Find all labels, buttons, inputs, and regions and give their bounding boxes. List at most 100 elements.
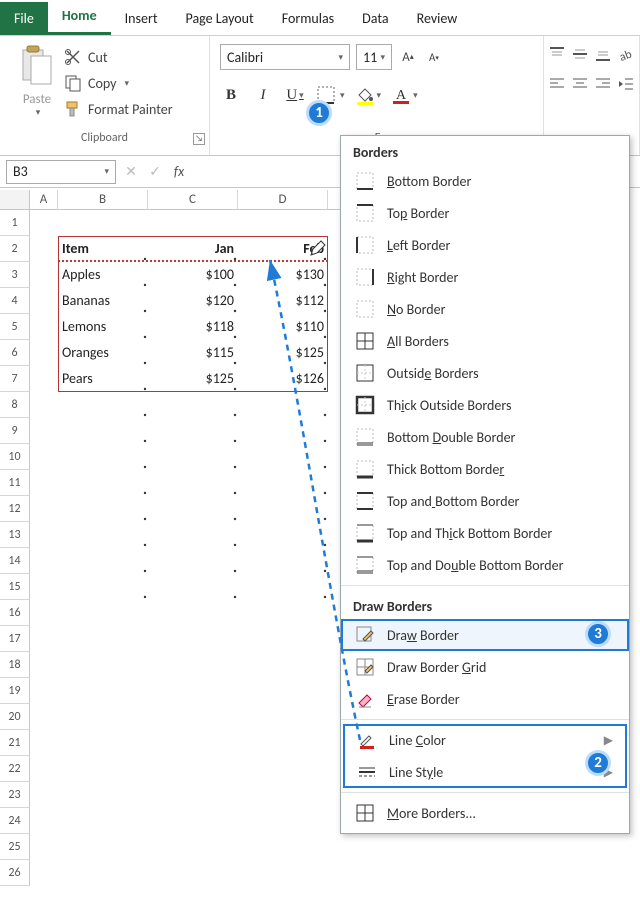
copy-button[interactable]: Copy ▾	[64, 70, 204, 96]
clipboard-group-label: Clipboard	[0, 129, 209, 155]
menu-none[interactable]: No Border	[341, 293, 629, 325]
orientation-button[interactable]: ab	[616, 44, 635, 64]
bold-button[interactable]: B	[220, 84, 242, 106]
cancel-icon[interactable]: ✕	[119, 163, 143, 180]
name-box[interactable]: B3▾	[6, 160, 116, 184]
row-header-17[interactable]: 17	[0, 626, 30, 652]
row-header-9[interactable]: 9	[0, 418, 30, 444]
align-middle[interactable]	[571, 44, 590, 64]
underline-button[interactable]: U▾	[284, 84, 306, 106]
paste-dropdown[interactable]: ▾	[12, 107, 64, 118]
align-bottom[interactable]	[594, 44, 613, 64]
row-header-14[interactable]: 14	[0, 548, 30, 574]
col-header-A[interactable]: A	[30, 190, 58, 210]
callout-3: 3	[585, 621, 611, 647]
thkbtm-border-icon	[355, 459, 375, 479]
enter-icon[interactable]: ✓	[143, 163, 167, 180]
menu-all[interactable]: All Borders	[341, 325, 629, 357]
menu-thick[interactable]: Thick Outside Borders	[341, 389, 629, 421]
row-header-4[interactable]: 4	[0, 288, 30, 314]
row-header-1[interactable]: 1	[0, 210, 30, 236]
row-header-11[interactable]: 11	[0, 470, 30, 496]
row-header-23[interactable]: 23	[0, 782, 30, 808]
tab-formulas[interactable]: Formulas	[268, 2, 348, 35]
font-color-button[interactable]: A ▾	[391, 85, 418, 105]
left-border-icon	[355, 235, 375, 255]
right-border-icon	[355, 267, 375, 287]
menu-color[interactable]: Line Color▶	[343, 724, 627, 756]
row-header-19[interactable]: 19	[0, 678, 30, 704]
top-border-icon	[355, 203, 375, 223]
menu-top[interactable]: Top Border	[341, 197, 629, 229]
row-header-3[interactable]: 3	[0, 262, 30, 288]
row-header-2[interactable]: 2	[0, 236, 30, 262]
menu-label: All Borders	[387, 333, 615, 350]
menu-label: Left Border	[387, 237, 615, 254]
tab-home[interactable]: Home	[48, 0, 111, 35]
col-header-C[interactable]: C	[148, 190, 238, 210]
row-header-22[interactable]: 22	[0, 756, 30, 782]
row-header-7[interactable]: 7	[0, 366, 30, 392]
align-top[interactable]	[548, 44, 567, 64]
tab-page-layout[interactable]: Page Layout	[172, 2, 268, 35]
bottom-border-icon	[355, 171, 375, 191]
format-painter-button[interactable]: Format Painter	[64, 96, 204, 122]
row-header-12[interactable]: 12	[0, 496, 30, 522]
align-center[interactable]	[571, 74, 590, 94]
row-header-16[interactable]: 16	[0, 600, 30, 626]
menu-grid[interactable]: Draw Border Grid	[341, 651, 629, 683]
menu-label: Draw Border Grid	[387, 659, 615, 676]
row-header-24[interactable]: 24	[0, 808, 30, 834]
font-name-combo[interactable]: Calibri▾	[220, 44, 350, 70]
menu-left[interactable]: Left Border	[341, 229, 629, 261]
fill-color-button[interactable]: ▾	[355, 85, 382, 105]
menu-erase[interactable]: Erase Border	[341, 683, 629, 715]
row-header-15[interactable]: 15	[0, 574, 30, 600]
row-header-13[interactable]: 13	[0, 522, 30, 548]
menu-outside[interactable]: Outside Borders	[341, 357, 629, 389]
row-header-5[interactable]: 5	[0, 314, 30, 340]
menu-right[interactable]: Right Border	[341, 261, 629, 293]
tab-file[interactable]: File	[0, 2, 48, 35]
menu-topbtm[interactable]: Top and Bottom Border	[341, 485, 629, 517]
row-header-6[interactable]: 6	[0, 340, 30, 366]
align-left[interactable]	[548, 74, 567, 94]
fx-icon[interactable]: fx	[167, 163, 191, 180]
align-right[interactable]	[594, 74, 613, 94]
paste-label[interactable]: Paste	[10, 92, 64, 107]
btmdbl-border-icon	[355, 427, 375, 447]
row-header-18[interactable]: 18	[0, 652, 30, 678]
drawn-border-dotted	[58, 260, 328, 262]
col-header-B[interactable]: B	[58, 190, 148, 210]
menu-more[interactable]: More Borders...	[341, 797, 629, 829]
col-header-D[interactable]: D	[238, 190, 328, 210]
cut-button[interactable]: Cut	[64, 44, 204, 70]
menu-btmdbl[interactable]: Bottom Double Border	[341, 421, 629, 453]
tab-insert[interactable]: Insert	[111, 2, 172, 35]
row-header-25[interactable]: 25	[0, 834, 30, 860]
clipboard-dialog-launcher[interactable]: ↘	[193, 133, 205, 145]
row-header-26[interactable]: 26	[0, 860, 30, 886]
menu-topdblbtm[interactable]: Top and Double Bottom Border	[341, 549, 629, 581]
paste-icon[interactable]	[17, 44, 57, 88]
row-header-21[interactable]: 21	[0, 730, 30, 756]
row-header-10[interactable]: 10	[0, 444, 30, 470]
decrease-indent[interactable]	[616, 74, 635, 94]
menu-bottom[interactable]: Bottom Border	[341, 165, 629, 197]
menu-topthkbtm[interactable]: Top and Thick Bottom Border	[341, 517, 629, 549]
menu-label: Line Color	[389, 732, 592, 749]
callout-2: 2	[585, 750, 611, 776]
italic-button[interactable]: I	[252, 84, 274, 106]
callout-1: 1	[306, 100, 332, 126]
menu-thkbtm[interactable]: Thick Bottom Border	[341, 453, 629, 485]
row-header-20[interactable]: 20	[0, 704, 30, 730]
decrease-font-size[interactable]: A▾	[424, 46, 444, 68]
font-size-combo[interactable]: 11▾	[356, 44, 392, 70]
cut-label: Cut	[88, 49, 108, 66]
menu-label: Outside Borders	[387, 365, 615, 382]
select-all-corner[interactable]	[0, 190, 30, 210]
row-header-8[interactable]: 8	[0, 392, 30, 418]
tab-review[interactable]: Review	[403, 2, 472, 35]
increase-font-size[interactable]: A▴	[398, 46, 418, 68]
tab-data[interactable]: Data	[348, 2, 402, 35]
